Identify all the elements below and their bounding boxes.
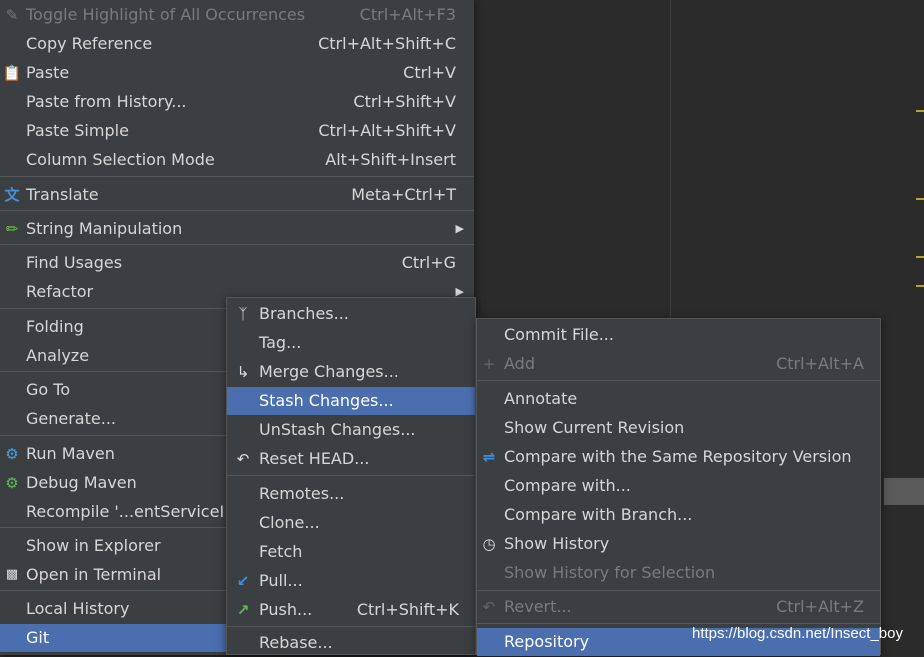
menu-item-unstash-changes[interactable]: UnStash Changes... xyxy=(227,416,475,444)
gear-icon: ⚙ xyxy=(5,445,19,463)
menu-separator xyxy=(0,244,474,245)
merge-icon: ↳ xyxy=(236,363,250,381)
menu-separator xyxy=(0,176,474,177)
menu-item-clone[interactable]: Clone... xyxy=(227,509,475,537)
menu-item-add[interactable]: + Add Ctrl+Alt+A xyxy=(477,350,880,378)
git-submenu: ᛉ Branches... Tag... ↳ Merge Changes... … xyxy=(226,297,476,655)
menu-item-show-current-revision[interactable]: Show Current Revision xyxy=(477,414,880,442)
clipboard-icon: 📋 xyxy=(2,64,22,82)
menu-item-paste[interactable]: 📋 Paste Ctrl+V xyxy=(0,59,474,87)
translate-icon: 文 xyxy=(4,186,20,204)
plus-icon: + xyxy=(482,355,496,373)
submenu-arrow-icon: ▶ xyxy=(455,222,464,235)
error-stripe-marker[interactable] xyxy=(916,110,924,112)
menu-item-commit-file[interactable]: Commit File... xyxy=(477,321,880,349)
menu-item-paste-simple[interactable]: Paste Simple Ctrl+Alt+Shift+V xyxy=(0,117,474,145)
menu-separator xyxy=(477,380,880,381)
menu-separator xyxy=(477,623,880,624)
watermark-text: https://blog.csdn.net/Insect_boy xyxy=(692,625,903,642)
menu-item-revert[interactable]: ↶ Revert... Ctrl+Alt+Z xyxy=(477,593,880,621)
menu-item-show-history[interactable]: ◷ Show History xyxy=(477,530,880,558)
menu-item-compare-with-branch[interactable]: Compare with Branch... xyxy=(477,501,880,529)
menu-item-tag[interactable]: Tag... xyxy=(227,329,475,357)
menu-item-push[interactable]: ↗ Push... Ctrl+Shift+K xyxy=(227,596,475,624)
menu-item-merge-changes[interactable]: ↳ Merge Changes... xyxy=(227,358,475,386)
menu-item-stash-changes[interactable]: Stash Changes... xyxy=(227,387,475,415)
menu-separator xyxy=(227,626,475,627)
undo-icon: ↶ xyxy=(236,450,250,468)
clock-icon: ◷ xyxy=(482,535,496,553)
menu-item-branches[interactable]: ᛉ Branches... xyxy=(227,300,475,328)
menu-item-copy-reference[interactable]: Copy Reference Ctrl+Alt+Shift+C xyxy=(0,30,474,58)
pencil-icon: ✏ xyxy=(5,220,19,238)
menu-item-pull[interactable]: ↙ Pull... xyxy=(227,567,475,595)
editor-scrollbar-thumb[interactable] xyxy=(884,478,924,505)
terminal-icon: ▩ xyxy=(5,567,19,582)
highlighter-icon: ✎ xyxy=(5,6,19,24)
menu-item-annotate[interactable]: Annotate xyxy=(477,385,880,413)
menu-separator xyxy=(0,210,474,211)
error-stripe-marker[interactable] xyxy=(916,285,924,287)
menu-item-compare-with[interactable]: Compare with... xyxy=(477,472,880,500)
branch-icon: ᛉ xyxy=(238,305,248,323)
menu-item-paste-from-history[interactable]: Paste from History... Ctrl+Shift+V xyxy=(0,88,474,116)
menu-item-string-manipulation[interactable]: ✏ String Manipulation ▶ xyxy=(0,215,474,243)
menu-item-rebase[interactable]: Rebase... xyxy=(227,629,475,657)
menu-item-reset-head[interactable]: ↶ Reset HEAD... xyxy=(227,445,475,473)
menu-item-column-selection-mode[interactable]: Column Selection Mode Alt+Shift+Insert xyxy=(0,146,474,174)
menu-item-fetch[interactable]: Fetch xyxy=(227,538,475,566)
menu-item-find-usages[interactable]: Find Usages Ctrl+G xyxy=(0,249,474,277)
menu-separator xyxy=(477,590,880,591)
revert-icon: ↶ xyxy=(482,598,496,616)
push-arrow-icon: ↗ xyxy=(236,601,250,619)
menu-item-remotes[interactable]: Remotes... xyxy=(227,480,475,508)
gear-green-icon: ⚙ xyxy=(5,474,19,492)
pull-arrow-icon: ↙ xyxy=(236,572,250,590)
menu-item-compare-same-version[interactable]: ⇌ Compare with the Same Repository Versi… xyxy=(477,443,880,471)
menu-separator xyxy=(227,475,475,476)
error-stripe-marker[interactable] xyxy=(916,198,924,200)
menu-item-show-history-for-selection[interactable]: Show History for Selection xyxy=(477,559,880,587)
error-stripe-marker[interactable] xyxy=(916,256,924,258)
git-file-submenu: Commit File... + Add Ctrl+Alt+A Annotate… xyxy=(476,318,881,656)
menu-item-translate[interactable]: 文 Translate Meta+Ctrl+T xyxy=(0,181,474,209)
compare-icon: ⇌ xyxy=(482,448,496,466)
menu-item-toggle-highlight[interactable]: ✎ Toggle Highlight of All Occurrences Ct… xyxy=(0,1,474,29)
